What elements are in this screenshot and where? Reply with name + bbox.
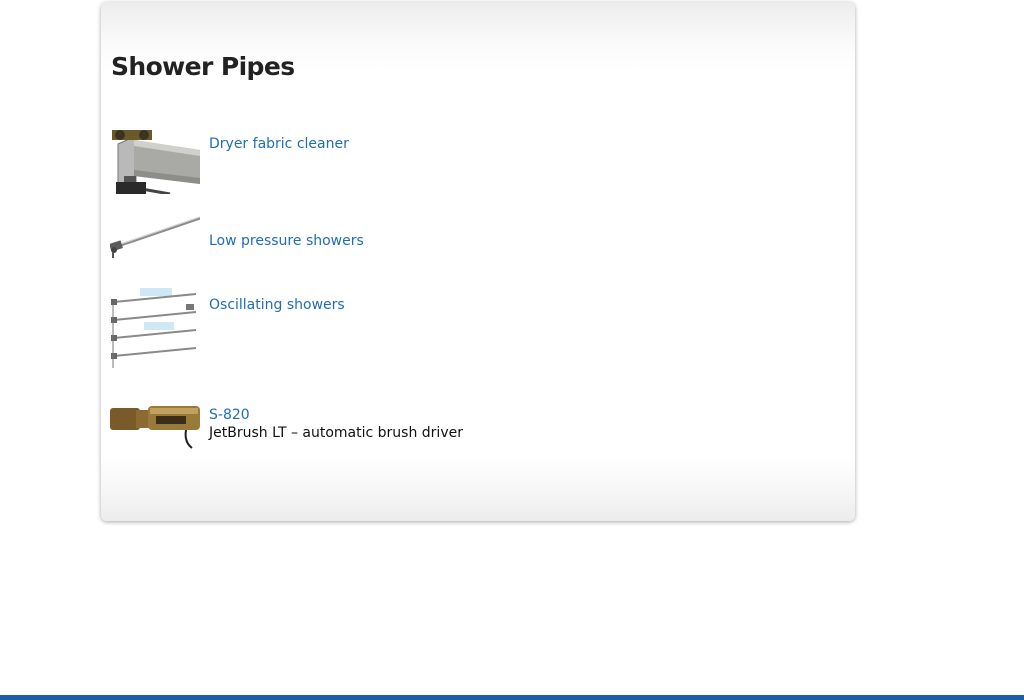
content-panel: Shower Pipes Dryer fabric cleaner Low pr… bbox=[101, 2, 855, 521]
low-pressure-showers-link[interactable]: Low pressure showers bbox=[209, 232, 364, 250]
dryer-fabric-cleaner-image[interactable] bbox=[110, 126, 200, 194]
page-title: Shower Pipes bbox=[111, 52, 295, 81]
low-pressure-shower-image[interactable] bbox=[110, 212, 200, 262]
page: Shower Pipes Dryer fabric cleaner Low pr… bbox=[0, 0, 1024, 700]
jetbrush-image[interactable] bbox=[110, 400, 200, 450]
s-820-description: JetBrush LT – automatic brush driver bbox=[209, 425, 463, 441]
oscillating-showers-image[interactable] bbox=[110, 286, 200, 372]
footer-bar bbox=[0, 695, 1024, 700]
dryer-fabric-cleaner-link[interactable]: Dryer fabric cleaner bbox=[209, 135, 349, 153]
oscillating-showers-link[interactable]: Oscillating showers bbox=[209, 296, 345, 314]
s-820-link[interactable]: S-820 bbox=[209, 406, 463, 424]
